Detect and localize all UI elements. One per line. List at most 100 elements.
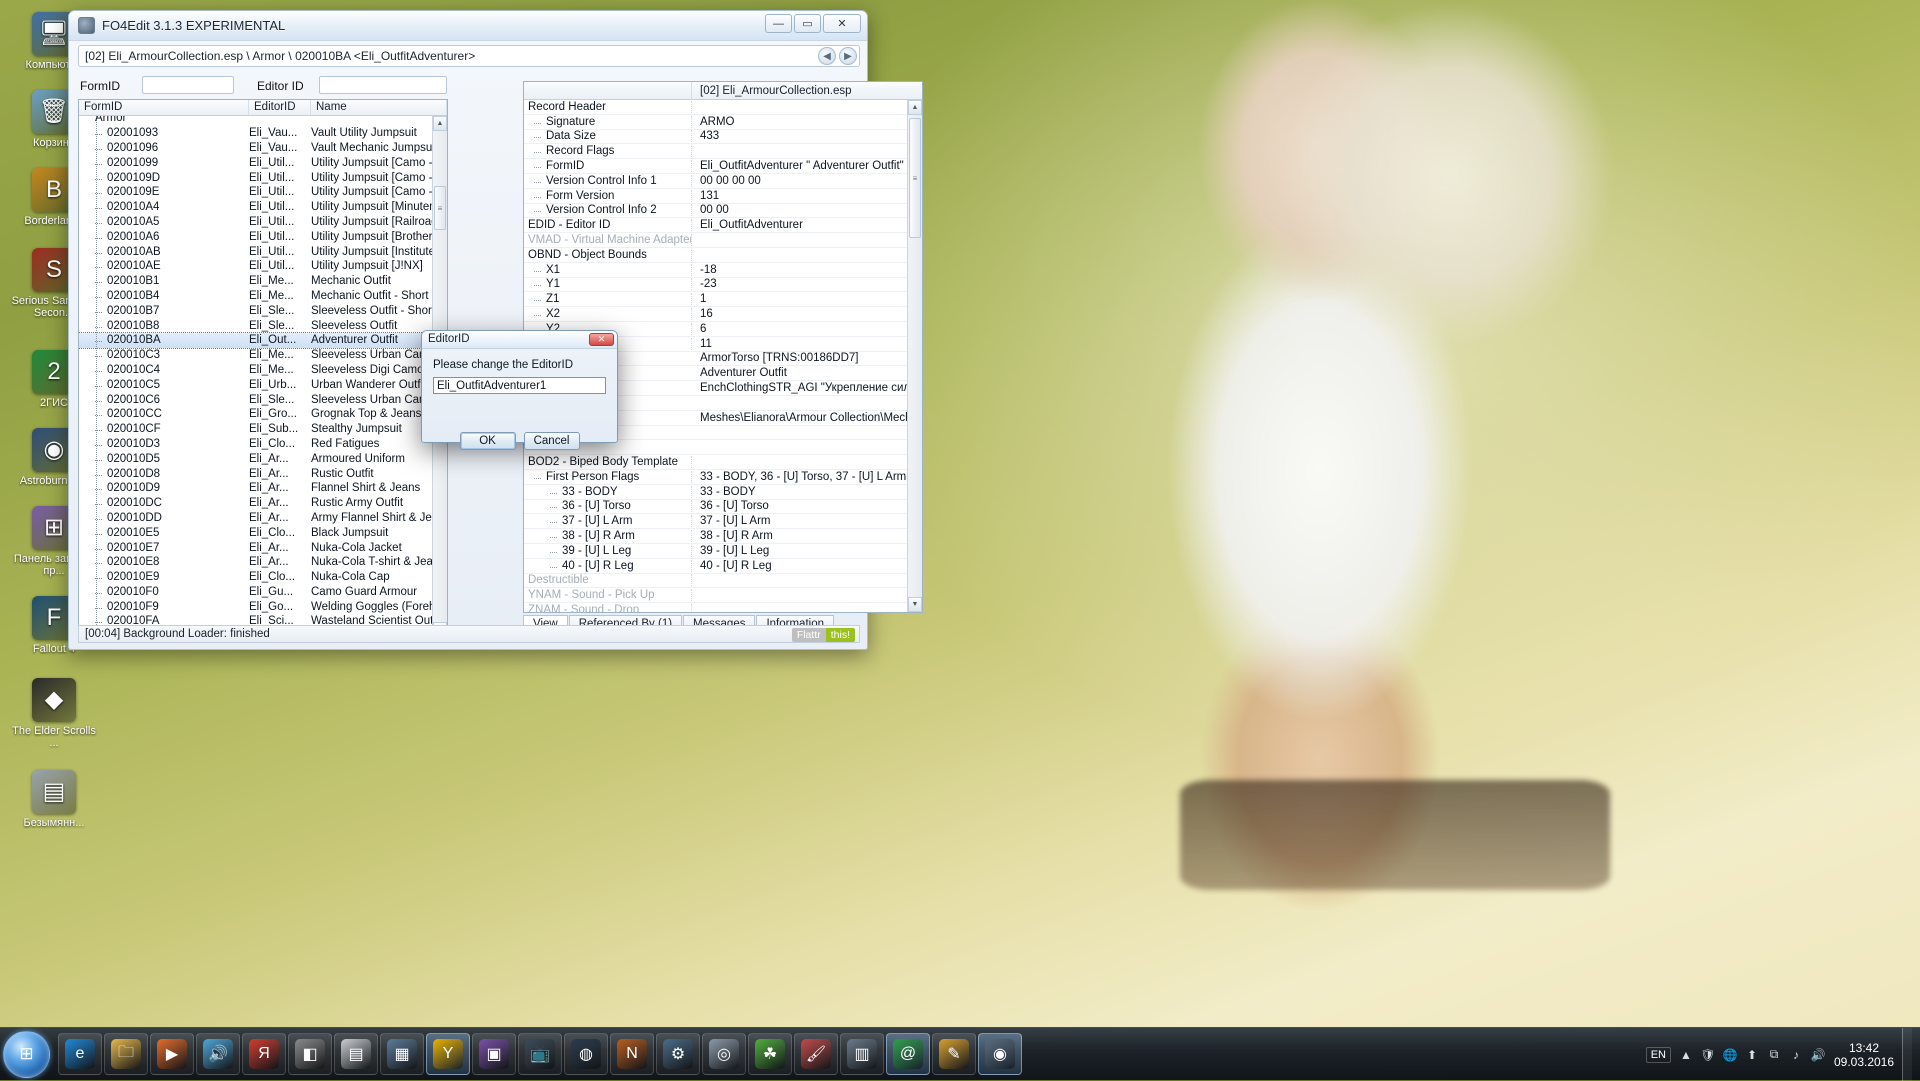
taskbar-item-notepad-app[interactable]: ▤ (334, 1033, 378, 1075)
taskbar-item-internet-explorer[interactable]: e (58, 1033, 102, 1075)
column-header-editorid[interactable]: EditorID (249, 100, 311, 115)
table-row[interactable]: 020010A5 Eli_Util... Utility Jumpsuit [Rai… (79, 215, 447, 230)
taskbar-item-nexus-mod-manager[interactable]: N (610, 1033, 654, 1075)
table-row[interactable]: 020010BA Eli_Out... Adventurer Outfit (79, 331, 447, 349)
taskbar-item-fallout4-app[interactable]: ⚙ (656, 1033, 700, 1075)
record-field-row[interactable]: 38 - [U] R Arm 38 - [U] R Arm (524, 529, 922, 544)
nav-forward-icon[interactable]: ▶ (839, 47, 857, 65)
table-row[interactable]: 020010D8 Eli_Ar... Rustic Outfit (79, 466, 447, 481)
taskbar-item-disc-app[interactable]: ◎ (702, 1033, 746, 1075)
table-row[interactable]: 02001099 Eli_Util... Utility Jumpsuit [Cam… (79, 155, 447, 170)
record-field-row[interactable]: 33 - BODY 33 - BODY (524, 485, 922, 500)
desktop-icon-9[interactable]: ▤ Безымянн... (8, 770, 100, 829)
tree-rows-container[interactable]: Armor 02001093 Eli_Vau... Vault Utility Ju… (79, 116, 447, 637)
show-desktop-button[interactable] (1902, 1028, 1912, 1081)
view-header-plugin[interactable]: [02] Eli_ArmourCollection.esp (692, 82, 922, 99)
table-row[interactable]: 020010CF Eli_Sub... Stealthy Jumpsuit (79, 422, 447, 437)
record-field-row[interactable]: VMAD - Virtual Machine Adapter (524, 233, 922, 248)
record-field-row[interactable]: YNAM - Sound - Pick Up (524, 588, 922, 604)
table-row[interactable]: 020010DD Eli_Ar... Army Flannel Shirt & Je… (79, 511, 447, 526)
dialog-close-icon[interactable]: ✕ (589, 333, 614, 346)
dialog-titlebar[interactable]: EditorID ✕ (422, 331, 617, 349)
table-row[interactable]: 020010B4 Eli_Me... Mechanic Outfit - Short… (79, 289, 447, 304)
tray-icon-1[interactable]: 🛡 (1700, 1047, 1716, 1063)
taskbar-item-photo-app[interactable]: ▦ (380, 1033, 424, 1075)
record-field-row[interactable]: Version Control Info 1 00 00 00 00 (524, 174, 922, 189)
table-row[interactable]: 020010D9 Eli_Ar... Flannel Shirt & Jeans (79, 481, 447, 496)
view-scroll-up-arrow-icon[interactable]: ▲ (908, 100, 922, 115)
table-row[interactable]: 020010CC Eli_Gro... Grognak Top & Jeans (79, 407, 447, 422)
record-field-row[interactable]: Destructible (524, 574, 922, 589)
record-field-row[interactable]: Z1 1 (524, 292, 922, 308)
table-row[interactable]: 020010F9 Eli_Go... Welding Goggles (Forehe… (79, 599, 447, 614)
editorid-text-input[interactable] (433, 377, 606, 394)
table-row[interactable]: 02001093 Eli_Vau... Vault Utility Jumpsuit (79, 126, 447, 141)
table-row[interactable]: 020010A6 Eli_Util... Utility Jumpsuit [Bro… (79, 229, 447, 244)
record-field-row[interactable]: X2 16 (524, 307, 922, 322)
editorid-filter-input[interactable] (319, 76, 447, 94)
record-field-row[interactable]: First Person Flags 33 - BODY, 36 - [U] To… (524, 470, 922, 485)
record-field-row[interactable]: OBND - Object Bounds (524, 248, 922, 263)
column-header-formid[interactable]: FormID (79, 100, 249, 115)
taskbar-item-media-player[interactable]: ▶ (150, 1033, 194, 1075)
view-scroll-down-arrow-icon[interactable]: ▼ (908, 597, 922, 612)
scroll-up-arrow-icon[interactable]: ▲ (433, 116, 447, 131)
taskbar-item-explorer-folder[interactable]: 🗀 (104, 1033, 148, 1075)
record-field-row[interactable]: Version Control Info 2 00 00 (524, 204, 922, 219)
table-row[interactable]: 020010D5 Eli_Ar... Armoured Uniform (79, 451, 447, 466)
table-row[interactable]: 020010E7 Eli_Ar... Nuka-Cola Jacket (79, 540, 447, 555)
taskbar-item-fo4edit-task[interactable]: ◉ (978, 1033, 1022, 1075)
tray-icon-4[interactable]: ⧉ (1766, 1047, 1782, 1063)
record-field-row[interactable]: EDID - Editor ID Eli_OutfitAdventurer (524, 218, 922, 234)
maximize-button[interactable]: ▭ (794, 14, 821, 33)
record-field-row[interactable]: Record Header (524, 100, 922, 115)
record-field-row[interactable]: 36 - [U] Torso 36 - [U] Torso (524, 500, 922, 515)
table-row[interactable]: 02001096 Eli_Vau... Vault Mechanic Jumpsui… (79, 141, 447, 156)
record-field-row[interactable]: 40 - [U] R Leg 40 - [U] R Leg (524, 559, 922, 574)
table-row[interactable]: 020010DC Eli_Ar... Rustic Army Outfit (79, 496, 447, 511)
taskbar-item-utility-app[interactable]: ◧ (288, 1033, 332, 1075)
record-field-row[interactable]: Signature ARMO (524, 115, 922, 130)
start-button-icon[interactable]: ⊞ (3, 1030, 50, 1078)
taskbar-item-calc-app[interactable]: ▥ (840, 1033, 884, 1075)
tray-icon-6[interactable]: 🔊 (1810, 1047, 1826, 1063)
clock[interactable]: 13:42 09.03.2016 (1833, 1041, 1895, 1069)
view-scroll-thumb[interactable]: ≡ (909, 118, 921, 238)
record-path-bar[interactable]: [02] Eli_ArmourCollection.esp \ Armor \ … (78, 45, 860, 67)
table-row[interactable]: 0200109E Eli_Util... Utility Jumpsuit [Cam… (79, 185, 447, 200)
table-row[interactable]: 020010E5 Eli_Clo... Black Jumpsuit (79, 525, 447, 540)
record-field-row[interactable]: BOD2 - Biped Body Template (524, 455, 922, 470)
table-row[interactable]: 020010B1 Eli_Me... Mechanic Outfit (79, 274, 447, 289)
table-row[interactable]: 020010C3Eli_Me...Sleeveless Urban Camo O… (79, 348, 447, 363)
cancel-button[interactable]: Cancel (523, 432, 580, 450)
window-titlebar[interactable]: FO4Edit 3.1.3 EXPERIMENTAL — ▭ ✕ (69, 11, 867, 41)
record-field-row[interactable]: Record Flags (524, 144, 922, 160)
table-row[interactable]: 020010E8 Eli_Ar... Nuka-Cola T-shirt & Jea… (79, 555, 447, 570)
table-row[interactable]: 020010C6 Eli_Sle... Sleeveless Urban Camo … (79, 392, 447, 407)
taskbar-item-clover-app[interactable]: ☘ (748, 1033, 792, 1075)
table-row[interactable]: 020010C5 Eli_Urb... Urban Wanderer Outfit (79, 377, 447, 392)
tree-scroll-thumb[interactable]: ≡ (434, 186, 446, 230)
taskbar-item-mail-app[interactable]: @ (886, 1033, 930, 1075)
table-row[interactable]: 020010AB Eli_Util... Utility Jumpsuit [Ins… (79, 244, 447, 259)
view-vertical-scrollbar[interactable]: ▲ ≡ ▼ (907, 100, 922, 612)
ok-button[interactable]: OK (459, 432, 516, 450)
record-field-row[interactable]: 37 - [U] L Arm 37 - [U] L Arm (524, 514, 922, 530)
record-field-row[interactable]: ZNAM - Sound - Drop (524, 603, 922, 612)
tray-icon-5[interactable]: ♪ (1788, 1047, 1804, 1063)
table-row[interactable]: 020010B7 Eli_Sle... Sleeveless Outfit - Sh… (79, 303, 447, 318)
taskbar-item-paint-app[interactable]: 🖌 (794, 1033, 838, 1075)
flattr-badge[interactable]: Flattr this! (791, 627, 855, 642)
table-row[interactable]: 020010AE Eli_Util... Utility Jumpsuit [J!N… (79, 259, 447, 274)
tree-group-armor[interactable]: Armor (79, 116, 447, 126)
record-field-row[interactable]: Form Version 131 (524, 189, 922, 204)
taskbar-item-tv-app[interactable]: 📺 (518, 1033, 562, 1075)
language-indicator[interactable]: EN (1645, 1046, 1671, 1063)
taskbar-item-volume-app[interactable]: 🔊 (196, 1033, 240, 1075)
table-row[interactable]: 020010E9 Eli_Clo... Nuka-Cola Cap (79, 570, 447, 585)
table-row[interactable]: 020010B8 Eli_Sle... Sleeveless Outfit (79, 318, 447, 333)
record-field-row[interactable]: FormID Eli_OutfitAdventurer " Adventurer … (524, 159, 922, 174)
taskbar-item-steam-app[interactable]: ◍ (564, 1033, 608, 1075)
minimize-button[interactable]: — (765, 14, 792, 33)
table-row[interactable]: 020010A4 Eli_Util... Utility Jumpsuit [Min… (79, 200, 447, 215)
